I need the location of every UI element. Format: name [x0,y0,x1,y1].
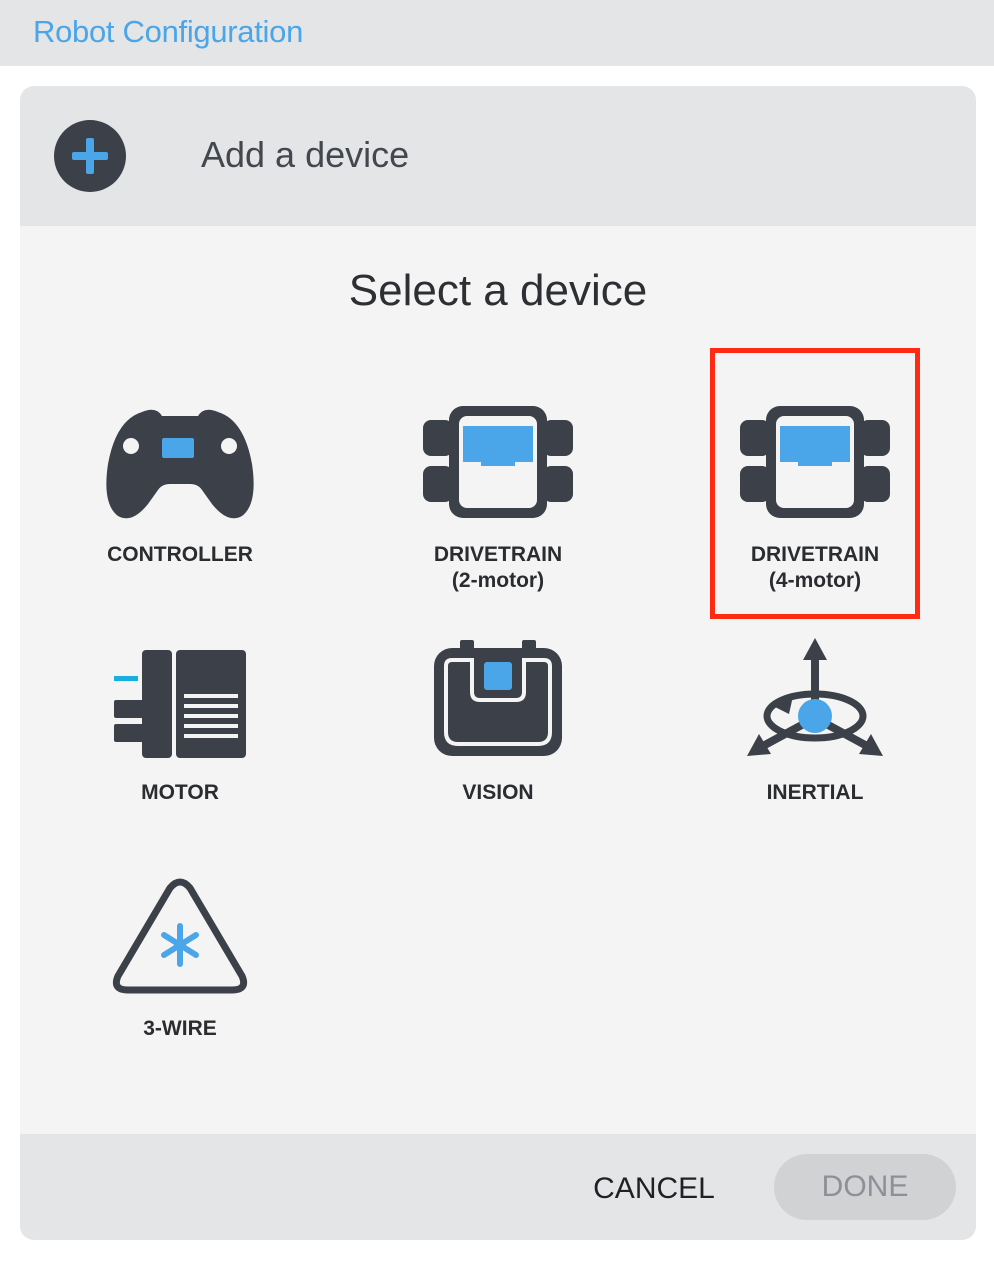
section-title: Select a device [348,266,648,315]
controller-icon [106,409,254,519]
app-title: Robot Configuration [33,14,304,49]
device-tile-3-wire[interactable]: 3-WIRE [75,878,285,1108]
drivetrain-2-motor-icon [423,406,573,518]
device-label: MOTOR [141,781,219,804]
device-label: 3-WIRE [143,1017,217,1040]
done-button[interactable]: DONE [774,1154,956,1220]
add-device-button[interactable] [54,120,126,192]
motor-icon [114,650,246,758]
top-bar: Robot Configuration [0,0,994,66]
inertial-sensor-icon [747,638,883,756]
device-tile-motor[interactable]: MOTOR [75,646,285,876]
dialog-footer: CANCEL DONE [20,1134,976,1240]
device-tile-controller[interactable]: CONTROLLER [75,404,285,634]
vision-sensor-icon [434,640,562,756]
header-label: Add a device [201,134,410,175]
dialog-header: Add a device [20,86,976,226]
device-label: CONTROLLER [107,543,253,566]
three-wire-icon [112,878,248,994]
device-label: DRIVETRAIN (2-motor) [433,543,563,592]
device-tile-drivetrain-2-motor[interactable]: DRIVETRAIN (2-motor) [393,404,603,634]
cancel-button[interactable]: CANCEL [576,1164,732,1214]
plus-icon [72,138,108,174]
device-dialog: Add a device Select a device CONTROLLER … [20,86,976,1240]
selection-highlight [710,348,920,619]
device-label: INERTIAL [766,781,864,804]
device-label: VISION [462,781,534,804]
device-tile-vision[interactable]: VISION [393,640,603,876]
device-tile-inertial[interactable]: INERTIAL [710,636,920,866]
